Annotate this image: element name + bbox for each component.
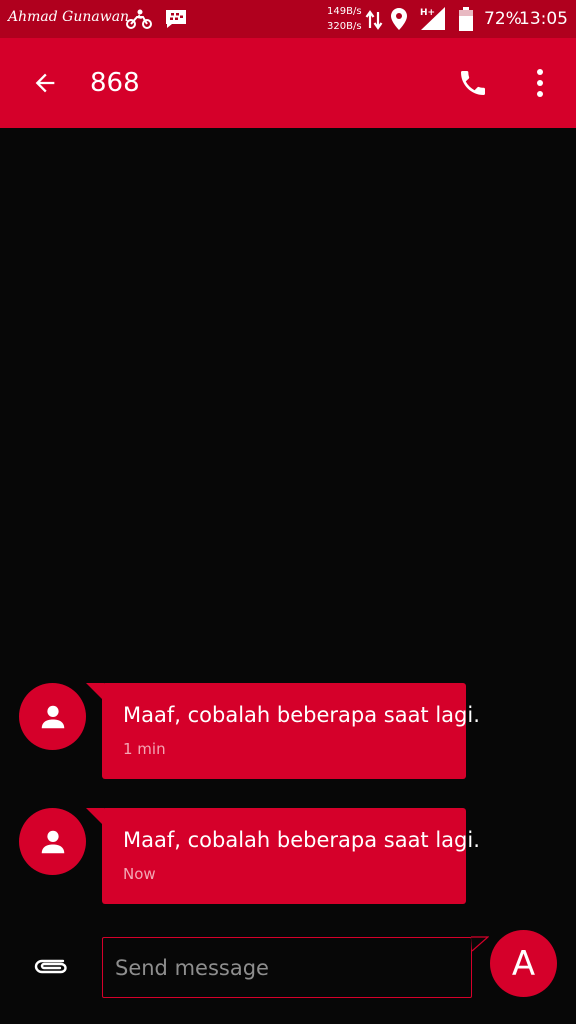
send-button[interactable]: A [490, 930, 557, 997]
paperclip-icon [34, 959, 67, 974]
back-button[interactable] [22, 60, 68, 106]
data-arrows-icon [365, 10, 383, 30]
phone-icon [461, 71, 485, 95]
arrow-back-icon [35, 73, 55, 93]
messaging-screen: Ahmad Gunawan 149B/s 320B/s H+ 72% 13:05… [0, 0, 576, 1024]
network-speed: 149B/s 320B/s [327, 4, 362, 34]
compose-field[interactable] [102, 937, 472, 998]
send-button-label: A [511, 943, 536, 984]
conversation-toolbar: 868 [0, 38, 576, 128]
svg-text:H+: H+ [420, 8, 435, 18]
signal-hplus-icon: H+ [420, 7, 445, 30]
call-button[interactable] [450, 60, 496, 106]
download-rate: 149B/s [327, 6, 362, 17]
status-bar: Ahmad Gunawan 149B/s 320B/s H+ 72% 13:05 [0, 0, 576, 38]
bbm-icon [166, 10, 186, 28]
status-clock: 13:05 [519, 9, 568, 29]
more-vertical-icon [537, 69, 543, 97]
compose-tail [471, 936, 489, 952]
status-carrier-name: Ahmad Gunawan [8, 9, 130, 25]
message-timestamp: 1 min [123, 740, 166, 758]
motorcycle-icon [126, 9, 152, 29]
upload-rate: 320B/s [327, 21, 362, 32]
avatar[interactable] [19, 808, 86, 875]
message-item[interactable]: Maaf, cobalah beberapa saat lagi. 1 min [0, 683, 576, 779]
battery-percentage: 72% [484, 9, 522, 29]
message-timestamp: Now [123, 865, 156, 883]
more-options-button[interactable] [520, 60, 560, 106]
person-icon [41, 705, 64, 728]
message-item[interactable]: Maaf, cobalah beberapa saat lagi. Now [0, 808, 576, 904]
person-icon [41, 830, 64, 853]
conversation-title: 868 [90, 68, 140, 98]
avatar[interactable] [19, 683, 86, 750]
battery-icon [459, 7, 473, 31]
location-icon [391, 8, 407, 30]
message-input[interactable] [115, 938, 461, 997]
message-bubble[interactable]: Maaf, cobalah beberapa saat lagi. 1 min [102, 683, 480, 779]
message-text: Maaf, cobalah beberapa saat lagi. [123, 703, 480, 727]
attach-button[interactable] [30, 948, 72, 984]
message-bubble[interactable]: Maaf, cobalah beberapa saat lagi. Now [102, 808, 480, 904]
message-text: Maaf, cobalah beberapa saat lagi. [123, 828, 480, 852]
